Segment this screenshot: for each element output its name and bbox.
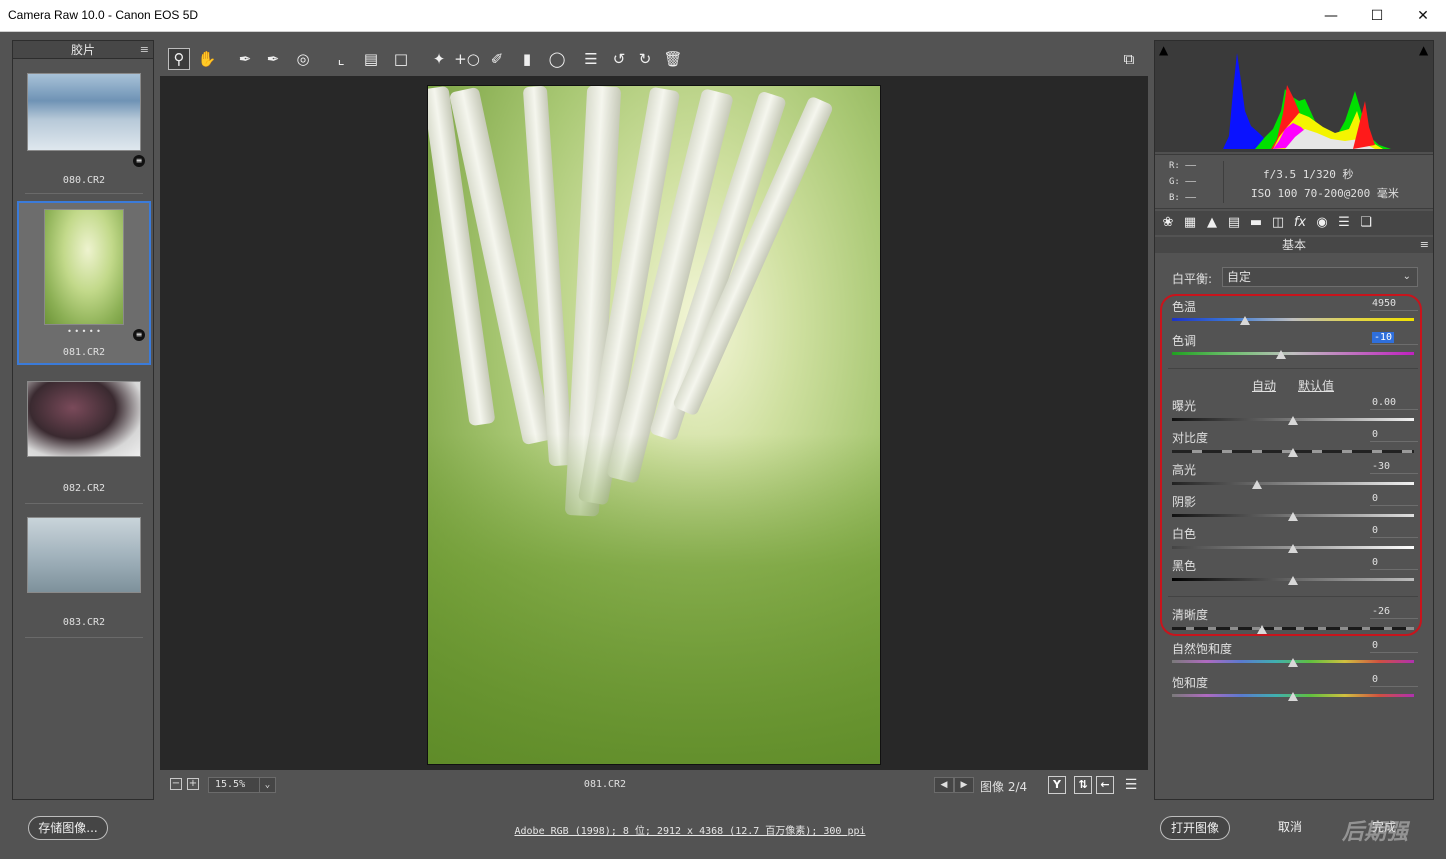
- window-title: Camera Raw 10.0 - Canon EOS 5D: [8, 8, 199, 22]
- rotate-left-icon[interactable]: ↺: [608, 48, 630, 70]
- filmstrip-header: 胶片 ≡: [13, 41, 153, 59]
- b-readout: B: ——: [1169, 193, 1197, 203]
- next-image-button[interactable]: ▶: [954, 777, 974, 793]
- tab-hsl-icon[interactable]: ▤: [1225, 214, 1243, 232]
- tab-tone-curve-icon[interactable]: ▦: [1181, 214, 1199, 232]
- cancel-button[interactable]: 取消: [1256, 816, 1324, 840]
- filmstrip-item-label: 082.CR2: [62, 483, 106, 494]
- filmstrip-panel: 胶片 ≡ ≡ 080.CR2 • • • • • ≡ 081.CR2 082.C…: [12, 40, 154, 800]
- slider-label-saturation: 饱和度: [1172, 676, 1209, 690]
- chevron-down-icon: ⌄: [1402, 271, 1411, 282]
- tab-split-toning-icon[interactable]: ▬: [1247, 214, 1265, 232]
- grass-area: [428, 434, 880, 764]
- annotation-highlight: [1160, 294, 1422, 636]
- tab-detail-icon[interactable]: ▲: [1203, 214, 1221, 232]
- thumbnail-083: [27, 517, 141, 593]
- divider: [25, 637, 143, 638]
- title-bar: Camera Raw 10.0 - Canon EOS 5D — ☐ ✕: [0, 0, 1446, 32]
- tab-camera-calibration-icon[interactable]: ◉: [1313, 214, 1331, 232]
- straighten-icon[interactable]: ▤: [360, 48, 382, 70]
- tab-presets-icon[interactable]: ☰: [1335, 214, 1353, 232]
- panel-menu-icon[interactable]: ≡: [1420, 237, 1429, 253]
- g-readout: G: ——: [1169, 177, 1197, 187]
- graduated-filter-icon[interactable]: ▮: [516, 48, 538, 70]
- color-sampler-icon[interactable]: ✒: [262, 48, 284, 70]
- canvas-status-bar: − + 15.5% ⌄ 081.CR2 ◀ ▶ 图像 2/4 Y ⇅ ← ☰: [160, 772, 1148, 798]
- camera-lens-info: ISO 100 70-200@200 毫米: [1251, 187, 1399, 200]
- crop-icon[interactable]: ⌞: [330, 48, 352, 70]
- open-image-button[interactable]: 打开图像: [1160, 816, 1230, 840]
- filmstrip-item-label: 081.CR2: [62, 347, 106, 358]
- filmstrip-item-080[interactable]: ≡ 080.CR2: [17, 67, 151, 195]
- rotate-right-icon[interactable]: ↻: [634, 48, 656, 70]
- swap-settings-icon[interactable]: ⇅: [1074, 776, 1092, 794]
- divider: [25, 503, 143, 504]
- filmstrip-item-081[interactable]: • • • • • ≡ 081.CR2: [17, 201, 151, 365]
- thumbnail-080: [27, 73, 141, 151]
- filmstrip-menu-icon[interactable]: ≡: [140, 41, 149, 59]
- transform-icon[interactable]: □: [390, 48, 412, 70]
- filmstrip-item-label: 080.CR2: [62, 175, 106, 186]
- slider-thumb-vibrance[interactable]: [1288, 658, 1298, 667]
- thumbnail-081: [44, 209, 124, 325]
- histogram-graph: [1155, 53, 1433, 154]
- maximize-button[interactable]: ☐: [1354, 0, 1400, 32]
- before-after-button[interactable]: Y: [1048, 776, 1066, 794]
- fullscreen-icon[interactable]: ⧉: [1118, 48, 1140, 70]
- divider: [25, 193, 143, 194]
- tab-basic-icon[interactable]: ❀: [1159, 214, 1177, 232]
- rating-dots[interactable]: • • • • •: [19, 327, 149, 336]
- image-count: 图像 2/4: [980, 780, 1028, 794]
- slider-value-saturation[interactable]: 0: [1370, 673, 1418, 687]
- image-canvas[interactable]: [160, 76, 1148, 770]
- filmstrip-item-082[interactable]: 082.CR2: [17, 375, 151, 505]
- trash-icon[interactable]: 🗑: [662, 48, 684, 70]
- red-eye-icon[interactable]: +○: [454, 48, 480, 70]
- hand-icon[interactable]: ✋: [196, 48, 218, 70]
- slider-value-vibrance[interactable]: 0: [1370, 639, 1418, 653]
- tab-snapshots-icon[interactable]: ❏: [1357, 214, 1375, 232]
- thumbnail-082: [27, 381, 141, 457]
- watermark-logo: 后期强: [1342, 820, 1409, 845]
- filmstrip-title: 胶片: [70, 43, 95, 57]
- r-readout: R: ——: [1169, 161, 1197, 171]
- readout-area: R: —— G: —— B: —— f/3.5 1/320 秒 ISO 100 …: [1155, 155, 1433, 209]
- white-balance-value: 自定: [1227, 270, 1252, 284]
- histogram: ▲ ▲: [1155, 41, 1433, 155]
- slider-label-vibrance: 自然饱和度: [1172, 642, 1233, 656]
- panel-title: 基本: [1281, 238, 1306, 252]
- spot-removal-icon[interactable]: ✦: [428, 48, 450, 70]
- copy-settings-icon[interactable]: ←: [1096, 776, 1114, 794]
- camera-exposure-info: f/3.5 1/320 秒: [1263, 168, 1354, 181]
- preview-image: [427, 85, 881, 765]
- targeted-adjust-icon[interactable]: ◎: [292, 48, 314, 70]
- filmstrip-item-083[interactable]: 083.CR2: [17, 511, 151, 641]
- tab-lens-icon[interactable]: ◫: [1269, 214, 1287, 232]
- workflow-options-link[interactable]: Adobe RGB (1998); 8 位; 2912 x 4368 (12.7…: [430, 822, 950, 837]
- white-balance-icon[interactable]: ✒: [234, 48, 256, 70]
- tool-bar: ⚲ ✋ ✒ ✒ ◎ ⌞ ▤ □ ✦ +○ ✐ ▮ ◯ ☰ ↺ ↻ 🗑 ⧉: [160, 44, 1150, 74]
- adjusted-badge-icon: ≡: [133, 329, 145, 341]
- minimize-button[interactable]: —: [1308, 0, 1354, 32]
- white-balance-label: 白平衡:: [1172, 272, 1213, 286]
- panel-tabs: ❀ ▦ ▲ ▤ ▬ ◫ fx ◉ ☰ ❏: [1155, 211, 1433, 235]
- slider-thumb-saturation[interactable]: [1288, 692, 1298, 701]
- white-balance-select[interactable]: 自定 ⌄: [1222, 267, 1418, 287]
- window-controls: — ☐ ✕: [1308, 0, 1446, 32]
- filmstrip-item-label: 083.CR2: [62, 617, 106, 628]
- adjusted-badge-icon: ≡: [133, 155, 145, 167]
- close-button[interactable]: ✕: [1400, 0, 1446, 32]
- panel-header: 基本 ≡: [1155, 237, 1433, 253]
- preferences-icon[interactable]: ☰: [580, 48, 602, 70]
- zoom-icon[interactable]: ⚲: [168, 48, 190, 70]
- radial-filter-icon[interactable]: ◯: [546, 48, 568, 70]
- adjustment-brush-icon[interactable]: ✐: [486, 48, 508, 70]
- toggle-settings-icon[interactable]: ☰: [1120, 774, 1142, 796]
- save-image-button[interactable]: 存储图像...: [28, 816, 108, 840]
- current-filename: 081.CR2: [583, 779, 627, 790]
- tab-effects-icon[interactable]: fx: [1291, 214, 1309, 232]
- prev-image-button[interactable]: ◀: [934, 777, 954, 793]
- divider: [1223, 161, 1224, 203]
